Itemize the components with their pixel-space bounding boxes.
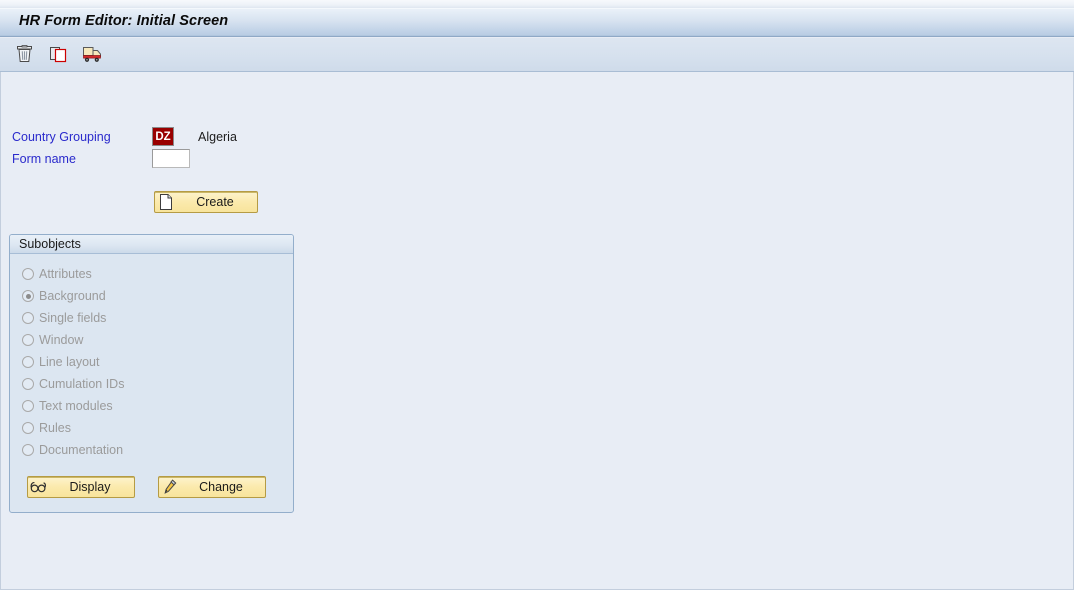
radio-label: Rules: [39, 421, 71, 435]
radio-label: Background: [39, 289, 106, 303]
transport-button[interactable]: [80, 42, 104, 66]
screen-content: Country Grouping Algeria Form name Creat…: [0, 72, 1074, 590]
radio-cumulation-ids[interactable]: Cumulation IDs: [22, 373, 280, 395]
create-button[interactable]: Create: [154, 191, 258, 213]
create-button-label: Create: [196, 195, 234, 209]
radio-label: Line layout: [39, 355, 100, 369]
toolbar-icon-group: [12, 42, 104, 66]
country-grouping-label: Country Grouping: [12, 129, 111, 144]
radio-line-layout[interactable]: Line layout: [22, 351, 280, 373]
country-grouping-input[interactable]: [152, 127, 174, 146]
radio-rules[interactable]: Rules: [22, 417, 280, 439]
form-name-input[interactable]: [152, 149, 190, 168]
new-document-icon: [157, 193, 175, 211]
radio-label: Single fields: [39, 311, 107, 325]
display-button-label: Display: [69, 480, 111, 494]
radio-label: Window: [39, 333, 84, 347]
radio-window[interactable]: Window: [22, 329, 280, 351]
subobjects-group: Subobjects Attributes Background Single …: [9, 234, 294, 513]
country-grouping-description: Algeria: [198, 129, 237, 144]
subobjects-group-title: Subobjects: [19, 237, 81, 251]
glasses-icon: [30, 478, 48, 496]
radio-circle-icon: [22, 334, 34, 346]
radio-label: Attributes: [39, 267, 92, 281]
radio-circle-icon: [22, 356, 34, 368]
form-name-row: Form name: [12, 149, 190, 168]
copy-icon: [49, 45, 67, 63]
subobjects-group-header: Subobjects: [10, 235, 293, 254]
radio-attributes[interactable]: Attributes: [22, 263, 280, 285]
radio-circle-icon: [22, 422, 34, 434]
sap-gui-window: HR Form Editor: Initial Screen Country G…: [0, 0, 1074, 590]
subobjects-radio-group: Attributes Background Single fields Wind…: [22, 263, 280, 461]
radio-text-modules[interactable]: Text modules: [22, 395, 280, 417]
radio-label: Documentation: [39, 443, 124, 457]
radio-label: Text modules: [39, 399, 113, 413]
delete-button[interactable]: [12, 42, 36, 66]
change-button-label: Change: [199, 480, 243, 494]
subobjects-action-bar: Display Change: [27, 476, 266, 498]
radio-label: Cumulation IDs: [39, 377, 125, 391]
copy-button[interactable]: [46, 42, 70, 66]
radio-background[interactable]: Background: [22, 285, 280, 307]
title-bar: HR Form Editor: Initial Screen: [0, 8, 1074, 37]
radio-single-fields[interactable]: Single fields: [22, 307, 280, 329]
transport-truck-icon: [82, 45, 102, 63]
radio-circle-icon: [22, 378, 34, 390]
page-title: HR Form Editor: Initial Screen: [19, 13, 229, 29]
display-button[interactable]: Display: [27, 476, 135, 498]
radio-circle-icon: [22, 400, 34, 412]
form-name-label: Form name: [12, 151, 76, 166]
delete-icon: [16, 45, 33, 63]
change-button[interactable]: Change: [158, 476, 266, 498]
country-grouping-row: Country Grouping Algeria: [12, 127, 237, 146]
radio-circle-selected-icon: [22, 290, 34, 302]
application-toolbar: © www.tutorialkart.com: [0, 38, 1074, 102]
pencil-icon: [161, 478, 179, 496]
radio-circle-icon: [22, 444, 34, 456]
radio-circle-icon: [22, 268, 34, 280]
radio-documentation[interactable]: Documentation: [22, 439, 280, 461]
radio-circle-icon: [22, 312, 34, 324]
window-top-strip: [0, 0, 1074, 8]
